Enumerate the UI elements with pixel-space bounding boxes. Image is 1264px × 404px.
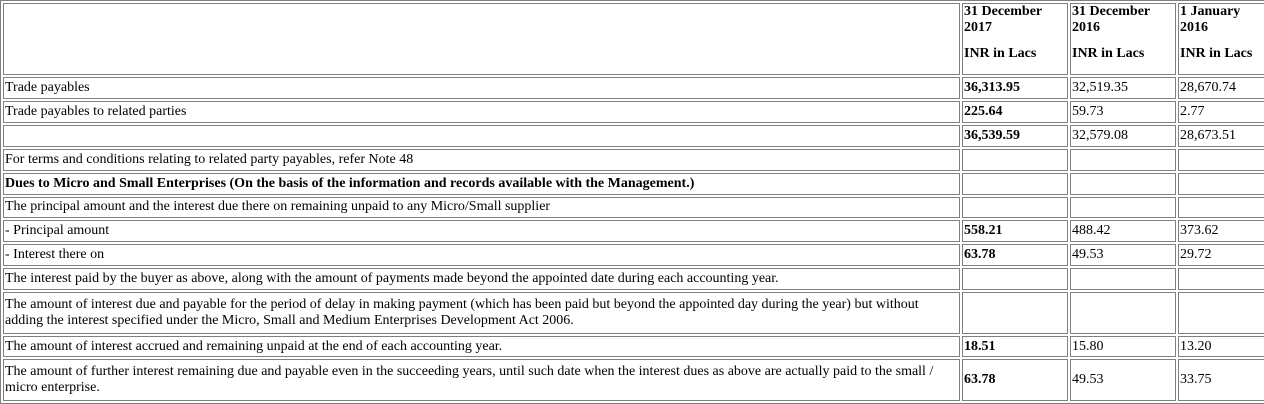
value-2017: 36,313.95 <box>962 77 1068 99</box>
row-label: The interest paid by the buyer as above,… <box>3 268 960 291</box>
row-label: The principal amount and the interest du… <box>3 196 960 219</box>
value-2017: 225.64 <box>962 100 1068 123</box>
value-2016: 49.53 <box>1070 244 1176 267</box>
header-unit: INR in Lacs <box>964 46 1037 61</box>
header-col-2017: 31 December 2017 INR in Lacs <box>962 3 1068 75</box>
header-col-2016: 31 December 2016 INR in Lacs <box>1070 3 1176 75</box>
value-jan-2016: 29.72 <box>1178 244 1264 267</box>
value-jan-2016: 2.77 <box>1178 100 1264 123</box>
row-label: - Principal amount <box>3 220 960 243</box>
row-label <box>3 124 960 147</box>
value-2016: 15.80 <box>1070 335 1176 358</box>
header-date: 31 December 2016 <box>1072 4 1150 35</box>
table-row: The amount of interest accrued and remai… <box>3 335 1264 358</box>
value-jan-2016: 373.62 <box>1178 220 1264 243</box>
value-2016: 32,519.35 <box>1070 77 1176 99</box>
value-2017: 63.78 <box>962 244 1068 267</box>
value-2016: 49.53 <box>1070 359 1176 401</box>
value-2016 <box>1070 148 1176 171</box>
table-row: - Principal amount 558.21 488.42 373.62 <box>3 220 1264 243</box>
value-jan-2016: 28,673.51 <box>1178 124 1264 147</box>
table-row: The amount of further interest remaining… <box>3 359 1264 401</box>
value-jan-2016 <box>1178 196 1264 219</box>
value-2016: 32,579.08 <box>1070 124 1176 147</box>
value-2017: 63.78 <box>962 359 1068 401</box>
row-label: The amount of further interest remaining… <box>3 359 960 401</box>
row-label: For terms and conditions relating to rel… <box>3 148 960 171</box>
value-jan-2016: 13.20 <box>1178 335 1264 358</box>
header-date: 31 December 2017 <box>964 4 1042 35</box>
value-2017 <box>962 148 1068 171</box>
table-row: The interest paid by the buyer as above,… <box>3 268 1264 291</box>
value-2017: 18.51 <box>962 335 1068 358</box>
row-label: The amount of interest due and payable f… <box>3 292 960 334</box>
header-date: 1 January 2016 <box>1180 4 1241 35</box>
value-2016 <box>1070 196 1176 219</box>
value-2016 <box>1070 268 1176 291</box>
value-2016: 488.42 <box>1070 220 1176 243</box>
value-2017 <box>962 292 1068 334</box>
row-label: Trade payables to related parties <box>3 100 960 123</box>
row-label: - Interest there on <box>3 244 960 267</box>
section-heading-row: Dues to Micro and Small Enterprises (On … <box>3 172 1264 195</box>
value-jan-2016 <box>1178 148 1264 171</box>
table-row: Trade payables 36,313.95 32,519.35 28,67… <box>3 77 1264 99</box>
value-2016 <box>1070 292 1176 334</box>
value-jan-2016 <box>1178 268 1264 291</box>
table-row: Trade payables to related parties 225.64… <box>3 100 1264 123</box>
trade-payables-table: 31 December 2017 INR in Lacs 31 December… <box>0 0 1264 404</box>
header-col-jan-2016: 1 January 2016 INR in Lacs <box>1178 3 1264 75</box>
value-jan-2016 <box>1178 292 1264 334</box>
value-2016 <box>1070 172 1176 195</box>
value-2017 <box>962 268 1068 291</box>
table-row: The principal amount and the interest du… <box>3 196 1264 219</box>
header-unit: INR in Lacs <box>1072 46 1145 61</box>
section-heading: Dues to Micro and Small Enterprises (On … <box>3 172 960 195</box>
value-2017 <box>962 196 1068 219</box>
value-2017: 36,539.59 <box>962 124 1068 147</box>
table-row: The amount of interest due and payable f… <box>3 292 1264 334</box>
value-2016: 59.73 <box>1070 100 1176 123</box>
value-2017 <box>962 172 1068 195</box>
table-row: - Interest there on 63.78 49.53 29.72 <box>3 244 1264 267</box>
value-jan-2016 <box>1178 172 1264 195</box>
header-row: 31 December 2017 INR in Lacs 31 December… <box>3 3 1264 75</box>
row-label: The amount of interest accrued and remai… <box>3 335 960 358</box>
header-unit: INR in Lacs <box>1180 46 1253 61</box>
table-row: For terms and conditions relating to rel… <box>3 148 1264 171</box>
value-2017: 558.21 <box>962 220 1068 243</box>
total-row: 36,539.59 32,579.08 28,673.51 <box>3 124 1264 147</box>
value-jan-2016: 28,670.74 <box>1178 77 1264 99</box>
value-jan-2016: 33.75 <box>1178 359 1264 401</box>
header-blank-cell <box>3 3 960 75</box>
row-label: Trade payables <box>3 77 960 99</box>
